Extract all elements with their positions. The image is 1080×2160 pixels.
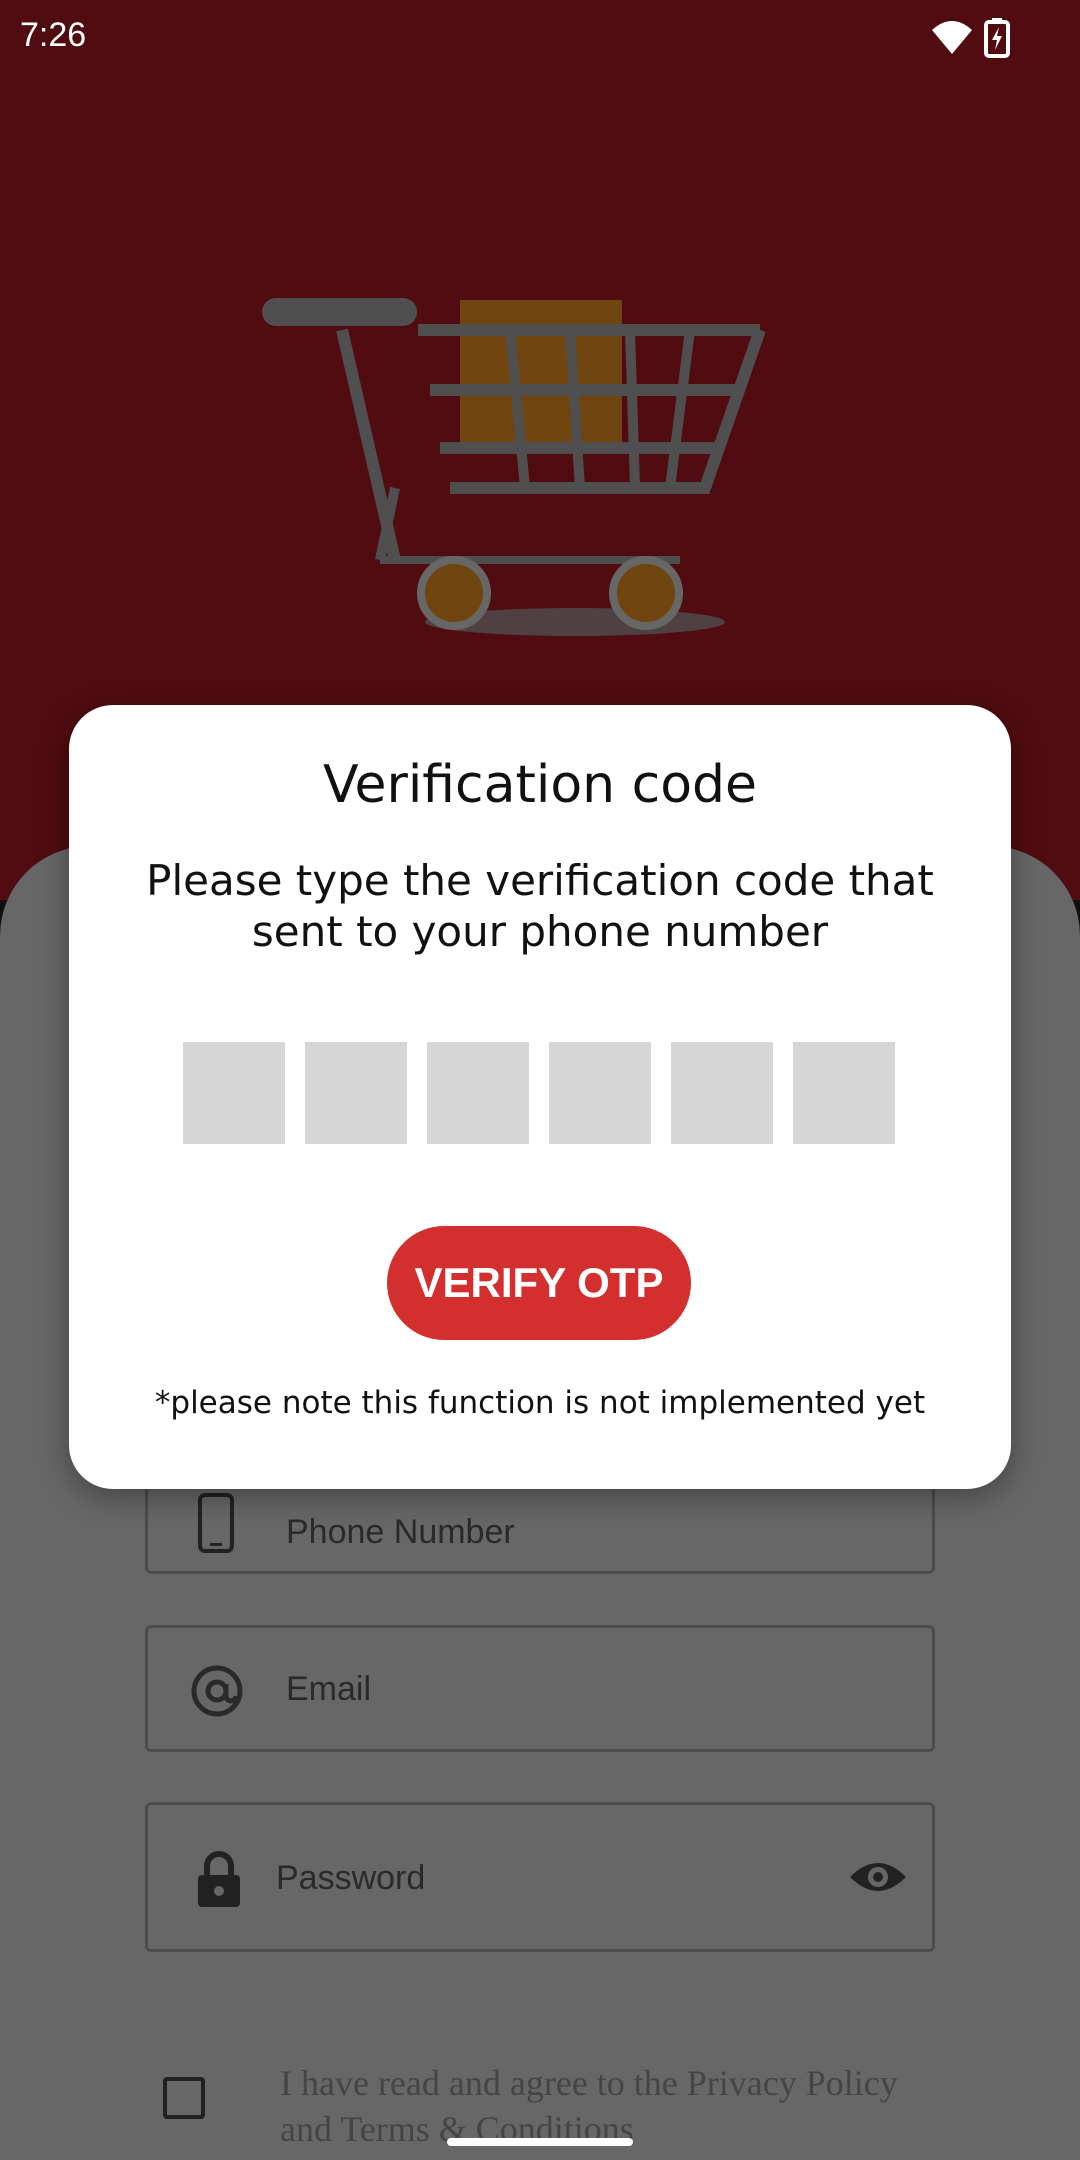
otp-digit-1[interactable] <box>183 1042 285 1144</box>
otp-digit-2[interactable] <box>305 1042 407 1144</box>
status-time: 7:26 <box>20 16 87 54</box>
home-indicator[interactable] <box>447 2138 633 2146</box>
otp-digit-6[interactable] <box>793 1042 895 1144</box>
wifi-icon <box>932 21 972 54</box>
otp-input-row <box>183 1042 897 1144</box>
otp-digit-3[interactable] <box>427 1042 529 1144</box>
otp-digit-5[interactable] <box>671 1042 773 1144</box>
app-screen: Phone Number Email Password I have read … <box>0 0 1080 2160</box>
dialog-title: Verification code <box>322 755 758 815</box>
battery-charging-icon <box>984 18 1010 58</box>
status-bar: 7:26 <box>0 0 1080 76</box>
dialog-message: Please type the verification code that s… <box>146 856 934 956</box>
verification-dialog: Verification code Please type the verifi… <box>69 705 1011 1489</box>
not-implemented-note: *please note this function is not implem… <box>154 1385 926 1421</box>
verify-otp-button[interactable]: VERIFY OTP <box>387 1226 691 1340</box>
otp-digit-4[interactable] <box>549 1042 651 1144</box>
